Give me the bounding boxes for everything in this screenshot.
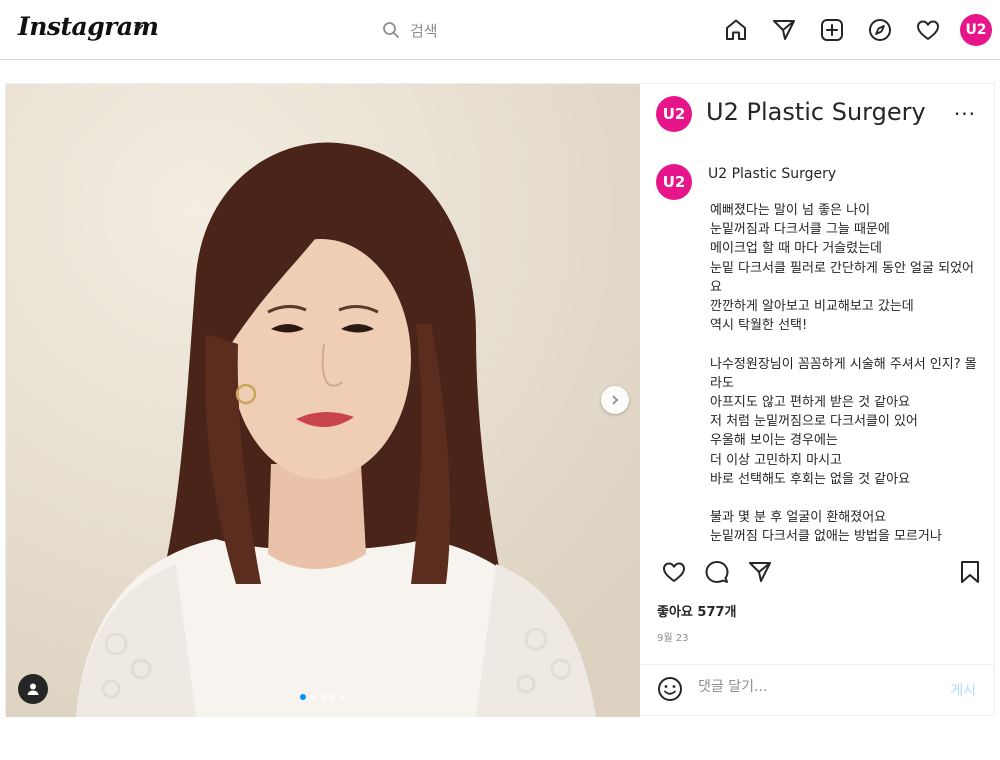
explore-icon[interactable]	[862, 12, 898, 48]
new-post-icon[interactable]	[814, 12, 850, 48]
author-name[interactable]: U2 Plastic Surgery	[706, 98, 926, 126]
carousel-indicator	[298, 694, 348, 700]
activity-heart-icon[interactable]	[910, 12, 946, 48]
carousel-dot	[330, 694, 336, 700]
author-avatar[interactable]: U2	[656, 96, 692, 132]
post-header: U2 U2 Plastic Surgery ···	[640, 84, 994, 146]
comment-bar: 게시	[640, 664, 994, 716]
chevron-down-icon[interactable]	[132, 20, 146, 34]
next-slide-button[interactable]	[601, 386, 629, 414]
carousel-dot	[310, 694, 316, 700]
post-comment-button[interactable]: 게시	[950, 680, 976, 700]
nav-icons: U2	[706, 12, 994, 48]
top-navigation-bar: Instagram 검색 U2	[0, 0, 1000, 60]
caption-section: U2 U2 Plastic Surgery 예뻐졌다는 말이 넘 좋은 나이 눈…	[640, 156, 994, 541]
search-input[interactable]: 검색	[410, 20, 438, 41]
post-sidebar: U2 U2 Plastic Surgery ··· U2 U2 Plastic …	[640, 84, 994, 717]
share-icon[interactable]	[746, 558, 774, 586]
like-count[interactable]: 좋아요 577개	[657, 601, 737, 620]
comment-icon[interactable]	[703, 558, 731, 586]
tagged-user-button[interactable]	[18, 674, 48, 704]
more-options-icon[interactable]: ···	[954, 102, 976, 126]
chevron-right-icon	[612, 395, 619, 405]
carousel-dot	[320, 694, 326, 700]
carousel-dot	[340, 694, 346, 700]
portrait-photo	[6, 84, 640, 717]
direct-message-icon[interactable]	[766, 12, 802, 48]
search-icon	[383, 22, 399, 38]
search-box[interactable]: 검색	[382, 18, 438, 42]
post-card: U2 U2 Plastic Surgery ··· U2 U2 Plastic …	[5, 83, 995, 717]
user-icon	[27, 683, 39, 695]
avatar: U2	[960, 14, 992, 46]
bookmark-icon[interactable]	[956, 558, 984, 586]
caption-author-avatar[interactable]: U2	[656, 164, 692, 200]
caption-author-name[interactable]: U2 Plastic Surgery	[708, 166, 836, 182]
like-icon[interactable]	[660, 558, 688, 586]
comment-input[interactable]	[698, 679, 918, 695]
carousel-dot	[300, 694, 306, 700]
home-icon[interactable]	[718, 12, 754, 48]
post-date[interactable]: 9월 23	[657, 629, 688, 644]
caption-text: 예뻐졌다는 말이 넘 좋은 나이 눈밑꺼짐과 다크서클 그늘 때문에 메이크업 …	[710, 203, 977, 541]
emoji-icon[interactable]	[656, 675, 684, 703]
profile-avatar[interactable]: U2	[958, 12, 994, 48]
post-actions	[640, 554, 994, 590]
post-photo[interactable]	[6, 84, 640, 717]
